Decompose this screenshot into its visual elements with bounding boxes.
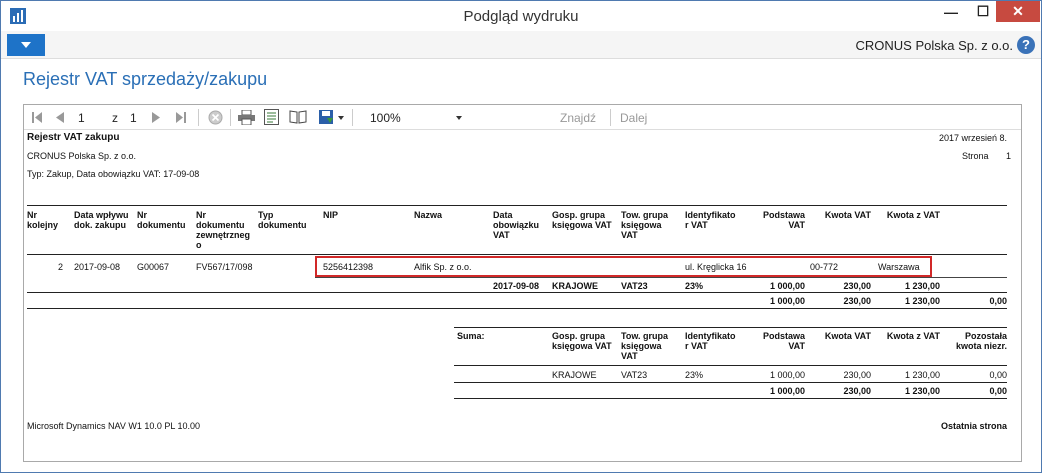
suma-kwota-vat: 230,00 xyxy=(843,370,871,380)
col-typ-dokumentu: Typ dokumentu xyxy=(258,210,307,230)
row-nr: 2 xyxy=(58,262,64,272)
report-title: Rejestr VAT zakupu xyxy=(27,132,120,143)
detail-gosp: KRAJOWE xyxy=(552,281,599,291)
suma-col-ident: Identyfikato r VAT xyxy=(685,331,736,351)
find-button[interactable]: Znajdź xyxy=(560,109,596,126)
row-dokument: G00067 xyxy=(137,262,170,272)
suma-label: Suma: xyxy=(457,331,485,341)
detail-kwota-z-vat: 1 230,00 xyxy=(904,281,940,291)
report-company: CRONUS Polska Sp. z o.o. xyxy=(27,151,137,161)
suma-total-podstawa: 1 000,00 xyxy=(769,386,805,396)
suma-total-pozostala: 0,00 xyxy=(989,386,1007,396)
next-match-button[interactable]: Dalej xyxy=(620,109,647,126)
title-bar: Podgląd wydruku — ☐ ✕ xyxy=(1,1,1041,31)
row-data: 2017-09-08 xyxy=(74,262,121,272)
company-name: CRONUS Polska Sp. z o.o. xyxy=(855,38,1014,53)
report-toolbar: 1 z 1 100% Znajdź Dalej xyxy=(24,105,1021,130)
col-kwota-z-vat: Kwota z VAT xyxy=(886,210,940,220)
page-label: Strona xyxy=(962,151,989,161)
report-filter: Typ: Zakup, Data obowiązku VAT: 17-09-08 xyxy=(27,169,200,179)
total-kwota-z-vat: 1 230,00 xyxy=(904,296,940,306)
page-total: 1 xyxy=(130,110,137,125)
application-menu-button[interactable] xyxy=(7,34,45,56)
total-podstawa: 1 000,00 xyxy=(769,296,805,306)
report-page: Rejestr VAT zakupu 2017 wrzesień 8. CRON… xyxy=(24,131,1021,461)
detail-tow: VAT23 xyxy=(621,281,648,291)
col-kwota-vat: Kwota VAT xyxy=(824,210,871,220)
stop-icon[interactable] xyxy=(208,110,223,125)
suma-kwota-z-vat: 1 230,00 xyxy=(904,370,940,380)
report-viewer: 1 z 1 100% Znajdź Dalej Rejestr VAT zaku… xyxy=(23,104,1022,462)
minimize-button[interactable]: — xyxy=(933,1,969,22)
zoom-value: 100% xyxy=(370,110,401,125)
suma-col-podstawa: Podstawa VAT xyxy=(762,331,805,351)
suma-col-pozostala: Pozostała kwota niezr. xyxy=(955,331,1007,351)
total-kwota-vat: 230,00 xyxy=(843,296,871,306)
col-nip: NIP xyxy=(323,210,339,220)
suma-total-kwota-vat: 230,00 xyxy=(843,386,871,396)
detail-podstawa: 1 000,00 xyxy=(769,281,805,291)
print-icon[interactable] xyxy=(238,110,255,125)
ribbon: CRONUS Polska Sp. z o.o. ? xyxy=(1,31,1041,59)
page-title: Rejestr VAT sprzedaży/zakupu xyxy=(23,69,268,89)
detail-ident: 23% xyxy=(685,281,704,291)
col-nazwa: Nazwa xyxy=(414,210,443,220)
help-icon[interactable]: ? xyxy=(1017,36,1035,54)
total-pozostala: 0,00 xyxy=(989,296,1007,306)
footer-version: Microsoft Dynamics NAV W1 10.0 PL 10.00 xyxy=(27,421,201,431)
suma-col-kwota-vat: Kwota VAT xyxy=(824,331,871,341)
col-identyfikator: Identyfikato r VAT xyxy=(685,210,736,230)
suma-podstawa: 1 000,00 xyxy=(769,370,805,380)
page-number-input[interactable]: 1 xyxy=(78,109,104,126)
suma-col-tow: Tow. grupa księgowa VAT xyxy=(621,331,668,361)
chevron-down-icon xyxy=(456,115,462,120)
last-page-icon[interactable] xyxy=(176,112,186,123)
col-podstawa: Podstawa VAT xyxy=(762,210,805,230)
first-page-icon[interactable] xyxy=(32,112,42,123)
suma-gosp: KRAJOWE xyxy=(552,370,597,380)
col-data-wplywu: Data wpływu dok. zakupu xyxy=(74,210,129,230)
highlight-box xyxy=(315,256,932,277)
chevron-down-icon xyxy=(21,42,31,48)
col-data-obowiazku: Data obowiązku VAT xyxy=(493,210,540,240)
col-tow-grupa: Tow. grupa księgowa VAT xyxy=(621,210,668,240)
page-of-label: z xyxy=(112,110,118,125)
suma-ident: 23% xyxy=(685,370,704,380)
suma-col-kwota-z-vat: Kwota z VAT xyxy=(886,331,940,341)
window-title: Podgląd wydruku xyxy=(463,8,579,25)
col-nr-kolejny: Nr kolejny xyxy=(27,210,59,230)
row-dokument-zewn: FV567/17/098 xyxy=(196,262,253,272)
detail-kwota-vat: 230,00 xyxy=(843,281,871,291)
col-gosp-grupa: Gosp. grupa księgowa VAT xyxy=(552,210,612,230)
export-dropdown-icon[interactable] xyxy=(338,116,344,120)
report-date: 2017 wrzesień 8. xyxy=(938,133,1007,143)
suma-total-kwota-z-vat: 1 230,00 xyxy=(904,386,940,396)
next-page-icon[interactable] xyxy=(152,112,160,123)
suma-pozostala: 0,00 xyxy=(989,370,1007,380)
page-number: 1 xyxy=(1005,151,1011,161)
page-setup-icon[interactable] xyxy=(289,110,307,124)
previous-page-icon[interactable] xyxy=(56,112,64,123)
suma-col-gosp: Gosp. grupa księgowa VAT xyxy=(552,331,612,351)
detail-data: 2017-09-08 xyxy=(493,281,540,291)
col-nr-zewnetrzny: Nr dokumentu zewnętrzneg o xyxy=(196,210,251,250)
print-layout-icon[interactable] xyxy=(264,109,279,125)
col-nr-dokumentu: Nr dokumentu xyxy=(137,210,186,230)
print-preview-window: Podgląd wydruku — ☐ ✕ CRONUS Polska Sp. … xyxy=(0,0,1042,473)
suma-tow: VAT23 xyxy=(621,370,648,380)
close-button[interactable]: ✕ xyxy=(996,1,1040,22)
zoom-select[interactable]: 100% xyxy=(366,108,466,127)
footer-last-page: Ostatnia strona xyxy=(940,421,1007,431)
export-icon[interactable] xyxy=(318,109,334,125)
find-input[interactable] xyxy=(484,108,556,127)
